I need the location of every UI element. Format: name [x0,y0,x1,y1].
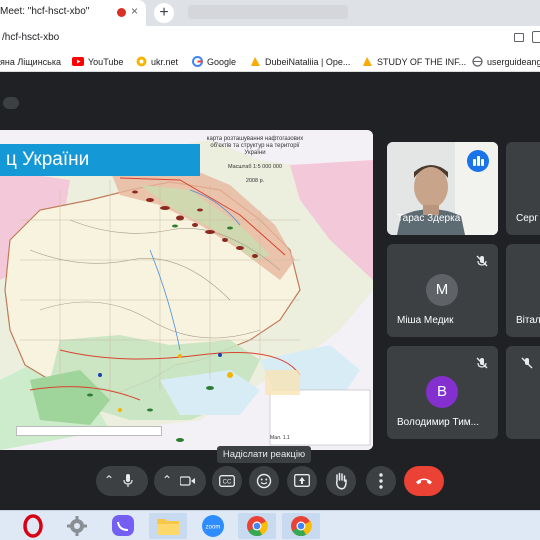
camera-icon[interactable] [180,476,196,486]
zoom-taskbar-item[interactable]: zoom [194,513,232,539]
raise-hand-button[interactable] [326,466,356,496]
bookmark-label: ukr.net [151,56,179,67]
participant-name: Серг [516,213,538,224]
bookmark-dubei[interactable]: DubeiNataliia | Ope... [250,55,350,68]
emoji-smile-icon [256,473,272,489]
bookmark-item[interactable]: яна Ліщинська [0,55,61,68]
windows-taskbar: zoom [0,510,540,540]
more-vert-icon [379,473,383,489]
map-year: 2008 р. [245,178,265,184]
participant-tile[interactable]: B Володимир Тим... [387,346,498,439]
camera-control-group[interactable]: ⌃ [154,466,206,496]
participant-tile[interactable] [506,346,540,439]
map-legend: карта розташування нафтогазових об'єктів… [202,136,308,188]
recording-indicator-icon [117,8,126,17]
opera-icon [23,514,43,538]
globe-icon [472,56,483,67]
microphone-icon[interactable] [123,474,133,488]
bookmark-folder-icon [363,57,372,66]
participant-tile[interactable]: Вітал [506,244,540,337]
slide-title: ц України [0,144,200,176]
header-toggle-icon[interactable] [3,97,19,109]
bookmarks-bar: яна Ліщинська YouTube ukr.net Google Dub… [0,50,540,72]
bookmark-google[interactable]: Google [192,55,236,68]
legend-heading: карта розташування нафтогазових об'єктів… [206,136,304,156]
bookmark-label: STUDY OF THE INF... [377,56,467,67]
browser-tab-meet[interactable]: Meet: "hcf-hsct-xbo" × [0,0,146,26]
participant-tile[interactable]: M Міша Медик [387,244,498,337]
participant-name: Міша Медик [397,315,454,326]
zoom-icon: zoom [202,515,224,537]
meet-header [0,72,540,128]
tab-title: Meet: "hcf-hsct-xbo" [0,6,90,17]
bookmark-label: userguideang [487,56,540,67]
ukraine-oil-gas-map [0,130,373,450]
bookmark-userguide[interactable]: userguideang [472,55,540,68]
map-scale: Масштаб 1:5 000 000 [227,164,283,170]
map-figure-note: Мал. 1.1 [270,435,290,441]
mic-muted-icon [521,357,533,369]
bookmark-study[interactable]: STUDY OF THE INF... [362,55,466,68]
slide-caption-strip [16,426,162,436]
present-screen-icon [294,474,310,487]
avatar: M [426,274,458,306]
viber-taskbar-item[interactable] [104,513,142,539]
present-screen-button[interactable] [287,466,317,496]
chrome-icon [247,516,268,537]
captions-button[interactable]: CC [212,466,242,496]
svg-text:zoom: zoom [206,525,221,531]
participant-tile[interactable]: Серг [506,142,540,235]
participant-name: Тарас Здерка [397,213,461,224]
folder-icon [157,519,179,535]
reaction-tooltip: Надіслати реакцію [217,446,311,463]
bookmark-label: яна Ліщинська [0,56,61,67]
extension-icon[interactable] [532,31,540,43]
youtube-icon [72,57,84,66]
chevron-up-icon[interactable]: ⌃ [104,473,114,487]
bookmark-label: Google [207,56,237,67]
file-explorer-taskbar-item[interactable] [149,513,187,539]
participant-name: Вітал [516,315,540,326]
chrome-icon [291,516,312,537]
settings-taskbar-item[interactable] [58,513,96,539]
tab-close-icon[interactable]: × [131,4,138,18]
shared-screen-presentation[interactable]: ц України карта розташування нафтогазови… [0,130,373,450]
address-bar[interactable]: /hcf-hsct-xbo [0,26,540,50]
google-icon [192,56,203,67]
background-tab[interactable] [188,5,348,19]
participant-name: Володимир Тим... [397,417,479,428]
more-options-button[interactable] [366,466,396,496]
end-call-button[interactable] [404,466,444,496]
new-tab-button[interactable]: + [154,3,174,23]
chevron-up-icon[interactable]: ⌃ [162,473,172,487]
chrome-taskbar-item[interactable] [238,513,276,539]
url-text[interactable]: /hcf-hsct-xbo [2,32,59,43]
avatar: B [426,376,458,408]
ukrnet-icon [136,56,147,67]
browser-tab-strip: Meet: "hcf-hsct-xbo" × + [0,0,540,26]
hang-up-icon [416,478,432,485]
closed-captions-icon: CC [219,475,235,487]
bookmark-label: DubeiNataliia | Ope... [265,56,351,67]
opera-taskbar-item[interactable] [14,513,52,539]
mic-control-group[interactable]: ⌃ [96,466,148,496]
bookmark-ukrnet[interactable]: ukr.net [136,55,178,68]
speaking-indicator-icon [467,150,489,172]
mic-muted-icon [476,357,488,369]
camera-permission-icon[interactable] [514,33,524,42]
bookmark-youtube[interactable]: YouTube [72,55,123,68]
viber-icon [112,515,134,536]
bookmark-folder-icon [251,57,260,66]
gear-icon [67,516,87,536]
raise-hand-icon [335,472,347,490]
svg-text:CC: CC [223,480,232,486]
mic-muted-icon [476,255,488,267]
reaction-button[interactable] [249,466,279,496]
bookmark-label: YouTube [88,56,124,67]
chrome-profile-taskbar-item[interactable] [282,513,320,539]
